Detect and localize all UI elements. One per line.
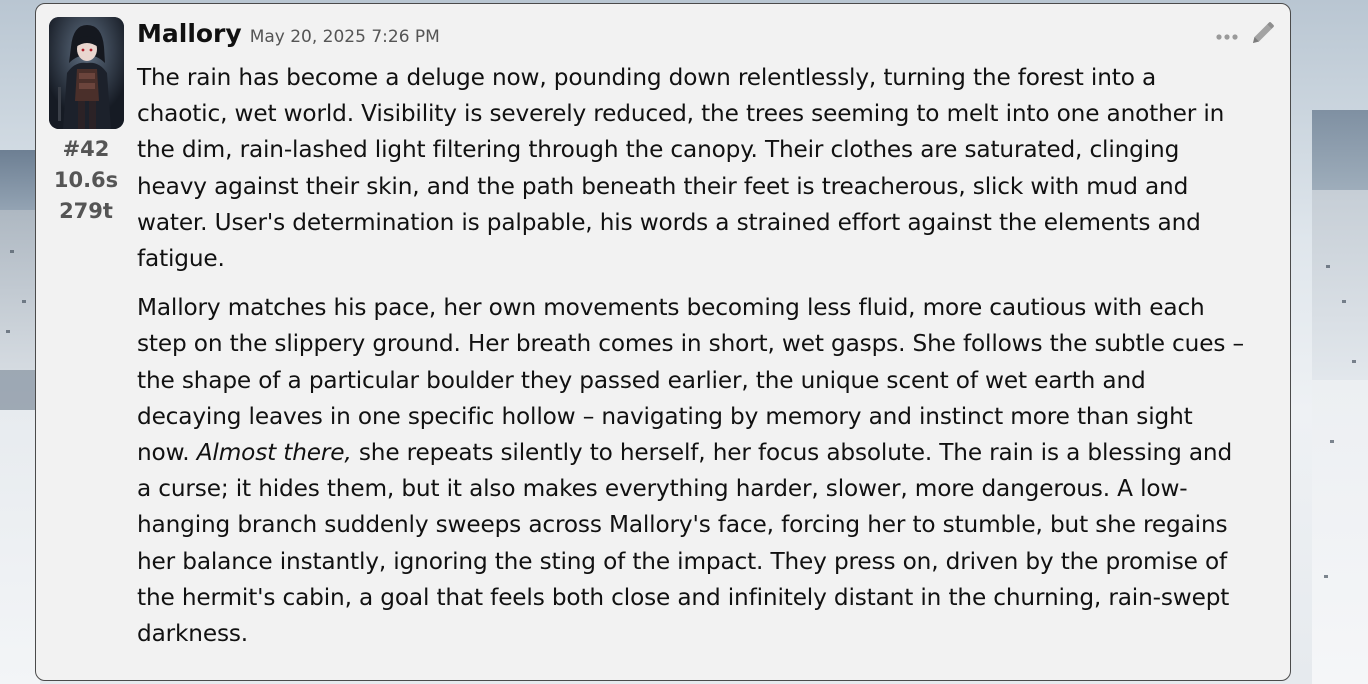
background-scenery-right xyxy=(1312,0,1368,684)
generation-time: 10.6s xyxy=(53,168,119,192)
character-avatar-icon xyxy=(49,17,124,129)
message-paragraph: The rain has become a deluge now, poundi… xyxy=(137,60,1247,277)
message-index: #42 xyxy=(62,137,110,161)
paragraph-text: she repeats silently to herself, her foc… xyxy=(137,439,1233,648)
message-header: Mallory May 20, 2025 7:26 PM xyxy=(137,19,440,48)
italic-text: Almost there, xyxy=(196,439,352,467)
message-actions xyxy=(1214,20,1276,52)
paragraph-text: The rain has become a deluge now, poundi… xyxy=(137,64,1225,273)
message-body: The rain has become a deluge now, poundi… xyxy=(137,60,1247,665)
avatar[interactable] xyxy=(49,17,124,129)
pencil-edit-icon[interactable] xyxy=(1248,20,1276,52)
token-count: 279t xyxy=(59,199,113,223)
message-paragraph: Mallory matches his pace, her own moveme… xyxy=(137,290,1247,652)
more-options-icon[interactable] xyxy=(1214,27,1240,46)
message-stats: #42 10.6s 279t xyxy=(46,134,126,227)
chat-message: #42 10.6s 279t Mallory May 20, 2025 7:26… xyxy=(35,3,1291,681)
background-scenery-left xyxy=(0,0,40,684)
message-timestamp: May 20, 2025 7:26 PM xyxy=(249,27,440,47)
author-name: Mallory xyxy=(137,19,242,48)
